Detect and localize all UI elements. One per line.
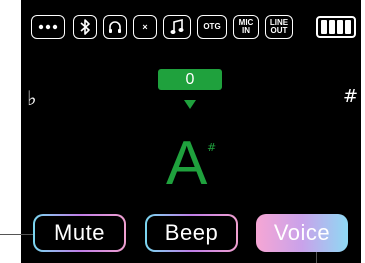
beep-button[interactable]: Beep [145,214,238,252]
battery-cell [345,20,351,34]
flat-symbol: ♭ [27,86,37,110]
otg-label: OTG [203,22,221,31]
menu-dots-icon[interactable] [31,15,65,39]
line-out-icon[interactable]: LINE OUT [265,15,293,39]
cents-readout: 0 [158,69,222,90]
headphones-icon[interactable] [103,15,127,39]
music-note-icon[interactable] [163,15,191,39]
sharp-symbol: # [343,86,359,107]
battery-icon [316,16,356,38]
tuning-pointer-icon [184,100,196,109]
battery-cell [329,20,335,34]
callout-line [0,234,33,235]
callout-line [316,252,317,263]
note-name: A [166,129,208,198]
battery-cell [321,20,327,34]
mic-in-label-2: IN [242,26,250,35]
bluetooth-icon[interactable] [73,15,97,39]
close-glyph: × [142,22,148,32]
tuner-screen: × OTG MIC IN LINE OUT 0 ♭ # A # Mute Bee… [21,0,361,263]
close-icon[interactable]: × [133,15,157,39]
otg-icon[interactable]: OTG [197,15,227,39]
voice-button[interactable]: Voice [256,214,348,252]
line-out-label-2: OUT [270,26,288,35]
mute-button[interactable]: Mute [33,214,126,252]
note-accidental: # [207,141,217,154]
battery-cell [337,20,343,34]
mic-in-icon[interactable]: MIC IN [233,15,259,39]
